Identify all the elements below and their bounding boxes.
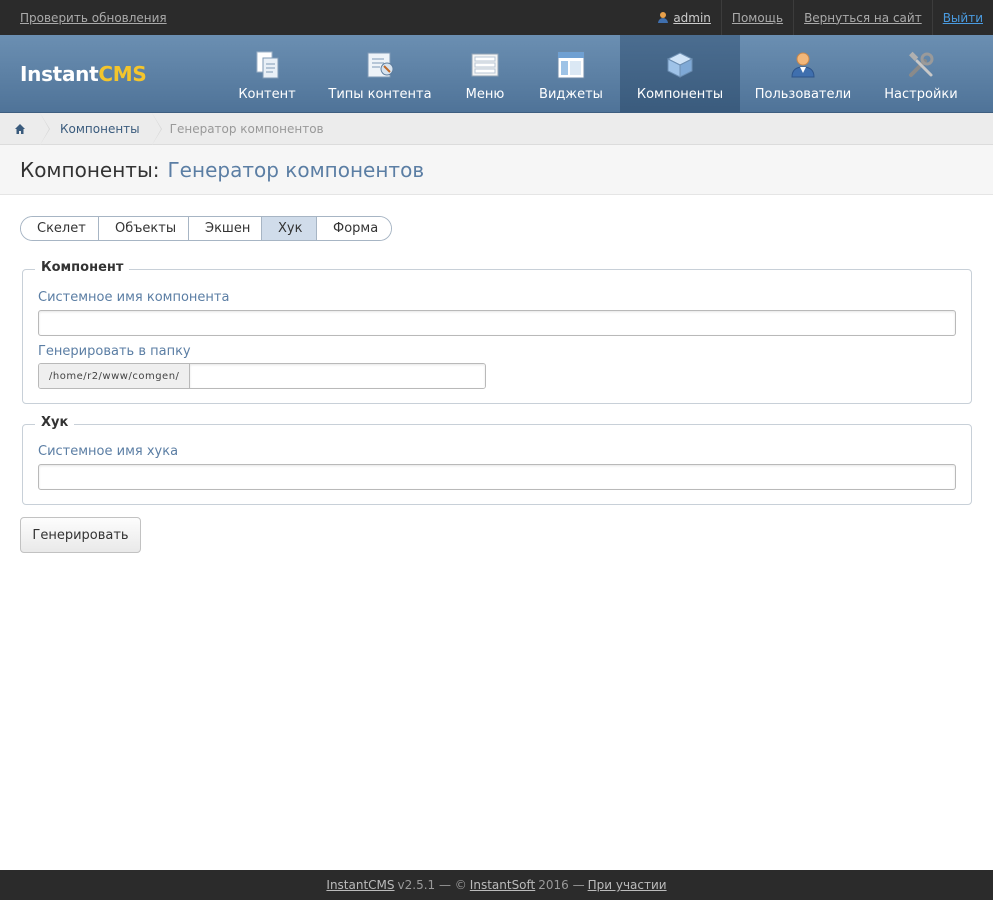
widgets-icon xyxy=(557,51,585,79)
fieldset-legend: Хук xyxy=(35,415,75,430)
page-title: Компоненты: Генератор компонентов xyxy=(0,145,993,195)
system-name-label: Системное имя компонента xyxy=(38,290,230,305)
tab-objects[interactable]: Объекты xyxy=(98,217,188,240)
user-link[interactable]: admin xyxy=(673,11,711,25)
logo[interactable]: InstantCMS xyxy=(20,62,147,86)
tab-label: Хук xyxy=(278,221,303,236)
nav-item-label: Пользователи xyxy=(754,87,852,102)
user-icon xyxy=(658,12,669,23)
fieldset-hook: Хук Системное имя хука xyxy=(22,415,972,505)
tab-label: Объекты xyxy=(115,221,177,236)
generator-tabs: Скелет Объекты Экшен Хук Форма xyxy=(20,216,392,241)
nav-item-label: Настройки xyxy=(884,87,958,102)
fieldset-component: Компонент Системное имя компонента Генер… xyxy=(22,260,972,404)
header: InstantCMS Контент Типы контента Меню Ви… xyxy=(0,35,993,113)
home-icon xyxy=(15,123,25,134)
nav-item-label: Компоненты xyxy=(636,87,724,102)
breadcrumb-home[interactable] xyxy=(0,112,50,145)
footer-version: v2.5.1 — © xyxy=(397,878,467,892)
hook-name-input[interactable] xyxy=(38,464,956,490)
user-menu[interactable]: admin xyxy=(648,0,721,35)
main-nav: Контент Типы контента Меню Виджеты Компо… xyxy=(222,35,976,113)
breadcrumb-link-label: Компоненты xyxy=(60,121,140,136)
help-link[interactable]: Помощь xyxy=(732,11,783,25)
nav-item-label: Меню xyxy=(465,87,505,102)
menu-icon xyxy=(471,53,499,77)
footer-product-link[interactable]: InstantCMS xyxy=(326,878,394,892)
folder-label: Генерировать в папку xyxy=(38,344,191,359)
content-types-icon xyxy=(367,52,394,78)
tab-label: Экшен xyxy=(205,221,251,236)
nav-item-label: Типы контента xyxy=(328,87,432,102)
check-updates-link[interactable]: Проверить обновления xyxy=(20,11,167,25)
breadcrumb-current-label: Генератор компонентов xyxy=(169,121,324,136)
tab-label: Скелет xyxy=(37,221,86,236)
nav-item-label: Виджеты xyxy=(539,87,603,102)
tab-skeleton[interactable]: Скелет xyxy=(21,217,98,240)
footer-company-link[interactable]: InstantSoft xyxy=(470,878,535,892)
page-title-sub: Генератор компонентов xyxy=(167,157,425,182)
folder-input[interactable] xyxy=(190,364,486,388)
hook-name-label: Системное имя хука xyxy=(38,444,179,459)
components-icon xyxy=(666,52,694,78)
folder-prefix: /home/r2/www/comgen/ xyxy=(39,364,191,388)
tab-label: Форма xyxy=(333,221,379,236)
tab-form[interactable]: Форма xyxy=(316,217,391,240)
nav-item-components[interactable]: Компоненты xyxy=(620,35,740,113)
folder-input-group: /home/r2/www/comgen/ xyxy=(38,363,487,389)
fieldset-legend: Компонент xyxy=(35,260,130,275)
breadcrumb: Компоненты Генератор компонентов xyxy=(0,112,993,145)
system-name-input[interactable] xyxy=(38,310,956,336)
top-bar: Проверить обновления admin Помощь Вернут… xyxy=(0,0,993,35)
nav-item-menu[interactable]: Меню xyxy=(448,35,522,113)
page-title-main: Компоненты: xyxy=(20,157,160,182)
nav-item-content[interactable]: Контент xyxy=(222,35,312,113)
logo-text-instant: Instant xyxy=(20,62,99,86)
nav-item-settings[interactable]: Настройки xyxy=(866,35,976,113)
logout-link[interactable]: Выйти xyxy=(943,11,983,25)
users-icon xyxy=(791,52,815,78)
content-icon xyxy=(256,51,279,79)
logo-text-cms: CMS xyxy=(98,62,147,86)
generate-button[interactable]: Генерировать xyxy=(20,517,141,553)
nav-item-users[interactable]: Пользователи xyxy=(740,35,866,113)
breadcrumb-components-link[interactable]: Компоненты xyxy=(40,112,162,145)
nav-item-widgets[interactable]: Виджеты xyxy=(522,35,620,113)
settings-icon xyxy=(909,51,934,77)
back-to-site-link[interactable]: Вернуться на сайт xyxy=(804,11,922,25)
footer: InstantCMS v2.5.1 — © InstantSoft 2016 —… xyxy=(0,870,993,900)
tab-action[interactable]: Экшен xyxy=(188,217,261,240)
nav-item-content-types[interactable]: Типы контента xyxy=(312,35,448,113)
footer-participation-link[interactable]: При участии xyxy=(588,878,667,892)
nav-item-label: Контент xyxy=(238,87,296,102)
breadcrumb-current: Генератор компонентов xyxy=(152,113,336,145)
footer-year: 2016 — xyxy=(538,878,585,892)
tab-hook[interactable]: Хук xyxy=(261,217,316,240)
